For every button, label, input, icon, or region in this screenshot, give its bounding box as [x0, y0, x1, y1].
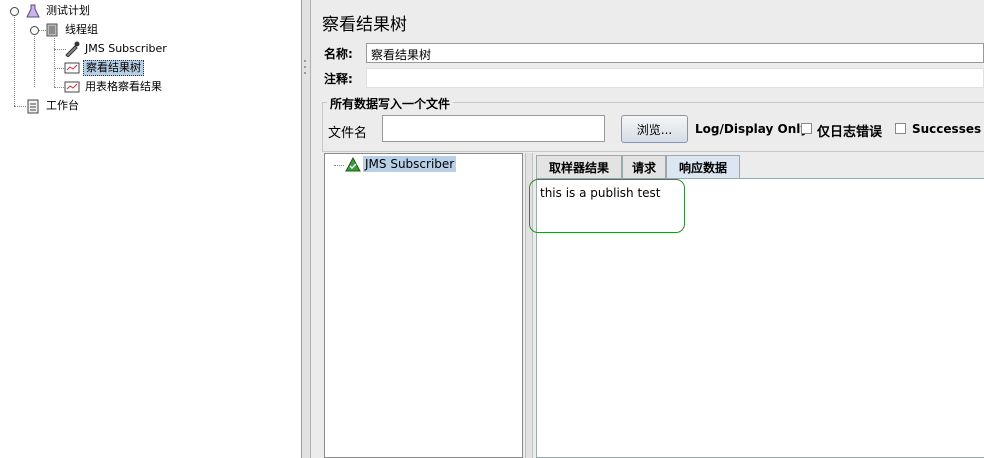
tree-item-label: 测试计划	[46, 4, 90, 17]
tree-connector	[14, 12, 15, 106]
tree-item-thread-group[interactable]: 线程组	[44, 21, 100, 39]
graph-report-icon	[64, 79, 80, 95]
highlight-annotation	[529, 179, 685, 233]
splitter-grip	[304, 60, 306, 62]
pane-splitter[interactable]	[302, 0, 311, 458]
splitter-grip	[304, 66, 306, 68]
filename-label: 文件名	[328, 126, 368, 141]
expand-toggle-icon[interactable]	[10, 7, 19, 16]
tree-connector	[54, 38, 55, 87]
listener-config-panel: 察看结果树 名称: 察看结果树 注释: 所有数据写入一个文件 文件名 浏览...…	[311, 0, 984, 458]
comment-field[interactable]	[366, 68, 984, 88]
tree-item-table-results[interactable]: 用表格察看结果	[64, 78, 164, 96]
results-tree[interactable]: JMS Subscriber	[324, 153, 523, 458]
tree-connector	[334, 165, 344, 166]
tree-connector	[34, 31, 35, 87]
tree-item-label: 察看结果树	[83, 60, 144, 76]
test-plan-tree[interactable]: 测试计划 线程组 JMS Subscriber 察看结果树 用表格察看结果 工作…	[0, 0, 302, 458]
browse-button[interactable]: 浏览...	[621, 115, 688, 143]
tab-sampler-result[interactable]: 取样器结果	[536, 155, 622, 178]
results-tree-item[interactable]: JMS Subscriber	[363, 156, 457, 172]
page-title: 察看结果树	[322, 15, 407, 35]
clipboard-icon	[25, 98, 41, 114]
spool-icon	[44, 22, 60, 38]
tree-item-label: 工作台	[46, 99, 79, 112]
errors-only-checkbox[interactable]	[801, 123, 812, 134]
name-label: 名称:	[324, 47, 353, 61]
tree-item-workbench[interactable]: 工作台	[25, 97, 81, 115]
filename-field[interactable]	[382, 115, 605, 142]
pipette-icon	[64, 41, 80, 58]
tree-item-label: 用表格察看结果	[85, 80, 162, 93]
results-tab-pane: 取样器结果 请求 响应数据 this is a publish test	[529, 155, 984, 458]
write-to-file-group-title: 所有数据写入一个文件	[327, 95, 454, 112]
tab-response-data[interactable]: 响应数据	[666, 155, 740, 178]
successes-label: Successes	[912, 122, 982, 136]
success-triangle-icon	[345, 156, 361, 173]
successes-checkbox[interactable]	[895, 123, 906, 134]
comment-label: 注释:	[324, 72, 353, 86]
errors-only-label: 仅日志错误	[817, 125, 883, 140]
name-field[interactable]: 察看结果树	[366, 43, 984, 63]
tree-item-label: JMS Subscriber	[85, 42, 167, 55]
log-display-only-label: Log/Display Only:	[695, 122, 813, 136]
tab-request[interactable]: 请求	[622, 155, 666, 178]
tree-item-jms-subscriber[interactable]: JMS Subscriber	[64, 40, 169, 58]
tree-item-test-plan[interactable]: 测试计划	[25, 2, 92, 20]
graph-report-icon	[64, 60, 80, 76]
expand-toggle-icon[interactable]	[30, 26, 39, 35]
tree-item-label: 线程组	[65, 23, 98, 36]
flask-icon	[25, 3, 41, 19]
splitter-grip	[304, 72, 306, 74]
tree-item-view-results-tree[interactable]: 察看结果树	[64, 59, 144, 77]
